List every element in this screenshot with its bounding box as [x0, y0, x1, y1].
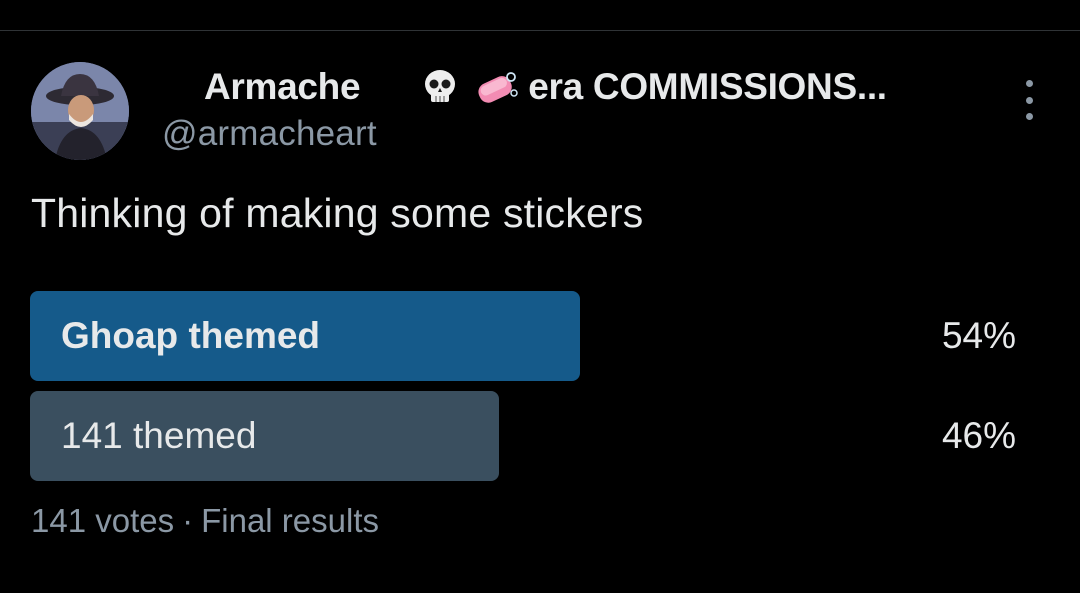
soap-icon	[472, 65, 520, 109]
author-handle[interactable]: @armacheart	[162, 114, 377, 154]
poll-option-percent: 54%	[941, 315, 1016, 356]
author-display-name[interactable]: Armache	[204, 66, 361, 108]
tweet-text: Thinking of making some stickers	[31, 190, 644, 236]
poll-status: Final results	[201, 502, 379, 539]
author-name-row[interactable]: Armache era COMMISSIONS...	[160, 64, 887, 110]
poll-vote-count: 141 votes	[31, 502, 175, 539]
avatar[interactable]	[31, 62, 129, 160]
crescent-moon-icon	[360, 65, 404, 109]
top-divider	[0, 30, 1080, 31]
more-options-icon	[1025, 96, 1033, 104]
poll-option-label: Ghoap themed	[61, 315, 321, 356]
poll-option-label: 141 themed	[61, 415, 257, 456]
poll-option-percent: 46%	[941, 415, 1016, 456]
poll-option-1: Ghoap themed 54%	[30, 291, 1080, 381]
more-options-icon	[1025, 80, 1033, 87]
skull-icon	[418, 65, 462, 109]
author-name-suffix[interactable]: era COMMISSIONS...	[528, 66, 887, 108]
poll-separator: ·	[182, 502, 194, 539]
more-options-icon	[1025, 113, 1033, 120]
poll-footer: 141 votes · Final results	[31, 502, 379, 540]
more-options-button[interactable]	[1014, 80, 1044, 120]
crescent-moon-icon	[160, 65, 204, 109]
poll-option-2: 141 themed 46%	[30, 391, 1080, 481]
